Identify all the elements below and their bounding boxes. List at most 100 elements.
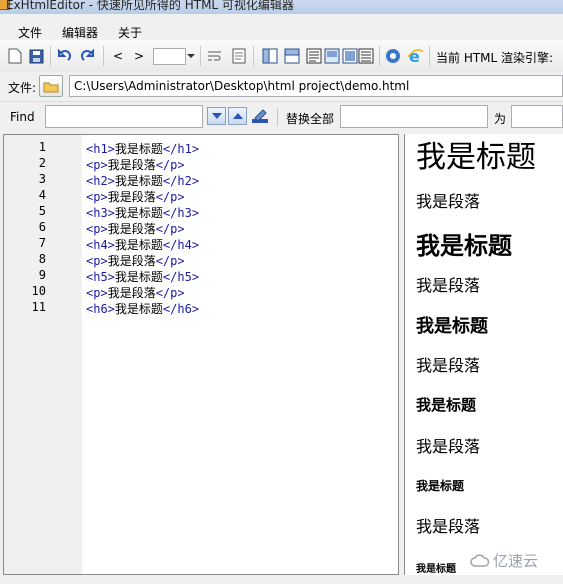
toolbar-separator (429, 46, 430, 66)
code-line: <h4>我是标题</h4> (86, 236, 199, 253)
save-icon[interactable] (28, 48, 44, 64)
code-tag: <p> (86, 222, 108, 236)
arrow-down-icon (211, 113, 222, 119)
replace-input[interactable] (340, 105, 488, 128)
code-tag: <h4> (86, 238, 115, 252)
preview-view-icon[interactable] (342, 48, 358, 64)
prev-button[interactable]: < (110, 48, 126, 64)
code-tag: </p> (155, 222, 185, 236)
code-tag: </h6> (162, 302, 200, 316)
code-tag: </p> (155, 190, 185, 204)
toolbar: < > e 当前 HTML 渲染引擎: (0, 40, 563, 73)
code-tag: <h6> (86, 302, 115, 316)
code-tag: <p> (86, 286, 108, 300)
code-line: <p>我是段落</p> (86, 220, 185, 237)
find-input[interactable] (45, 105, 203, 128)
code-line: <h3>我是标题</h3> (86, 204, 199, 221)
code-line: <p>我是段落</p> (86, 188, 185, 205)
highlight-button[interactable] (250, 106, 270, 126)
toolbar-separator (103, 46, 104, 66)
menu-file[interactable]: 文件 (18, 24, 42, 41)
file-label: 文件: (8, 81, 37, 95)
code-tag: <p> (86, 254, 108, 268)
menu-about[interactable]: 关于 (118, 24, 142, 41)
preview-heading: 我是标题 (416, 564, 456, 575)
code-tag: <h3> (86, 206, 115, 220)
text-view-icon[interactable] (358, 48, 374, 64)
line-number: 2 (38, 156, 46, 170)
code-tag: </h5> (162, 270, 200, 284)
highlight-icon (252, 109, 268, 123)
findbar-separator (277, 108, 278, 126)
toolbar-separator (50, 46, 51, 66)
code-tag: </p> (155, 254, 185, 268)
undo-icon[interactable] (56, 48, 72, 64)
status-bar (0, 575, 563, 584)
code-text: 我是段落 (107, 254, 156, 268)
replace-all-button[interactable]: 替换全部 (286, 110, 334, 127)
line-number: 10 (31, 284, 46, 298)
menu-editor[interactable]: 编辑器 (62, 24, 98, 41)
code-text: 我是标题 (114, 142, 163, 156)
code-line: <h5>我是标题</h5> (86, 268, 199, 285)
code-tag: <h1> (86, 142, 115, 156)
watermark-text: 亿速云 (493, 552, 539, 570)
code-tag: </h2> (162, 174, 200, 188)
code-line: <p>我是段落</p> (86, 252, 185, 269)
new-file-icon[interactable] (7, 48, 23, 64)
replace-with-input[interactable] (511, 105, 563, 128)
preview-pane[interactable]: 我是标题 我是段落 我是标题 我是段落 我是标题 我是段落 我是标题 我是段落 我是标题 我是段落… (404, 134, 563, 575)
code-line: <h1>我是标题</h1> (86, 140, 199, 157)
split-vertical-icon[interactable] (262, 48, 278, 64)
code-tag: </p> (155, 158, 185, 172)
chevron-down-icon[interactable] (186, 48, 196, 64)
line-number: 4 (38, 188, 46, 202)
browser-engine-icon[interactable] (385, 48, 401, 64)
next-button[interactable]: > (131, 48, 147, 64)
line-number: 8 (38, 252, 46, 266)
line-number: 7 (38, 236, 46, 250)
document-icon[interactable] (231, 48, 247, 64)
split-horizontal-icon[interactable] (284, 48, 300, 64)
file-path-field[interactable]: C:\Users\Administrator\Desktop\html proj… (69, 75, 563, 97)
code-text: 我是标题 (114, 302, 163, 316)
with-label: 为 (494, 112, 507, 126)
design-view-icon[interactable] (324, 48, 340, 64)
find-next-button[interactable] (207, 107, 226, 125)
file-bar: 文件: C:\Users\Administrator\Desktop\html … (0, 72, 563, 100)
code-text: 我是段落 (107, 158, 156, 172)
code-tag: <h2> (86, 174, 115, 188)
preview-heading: 我是标题 (416, 316, 488, 337)
window-title: ExHtmlEditor - 快速所见所得的 HTML 可视化编辑器 (6, 0, 294, 12)
code-text: 我是标题 (114, 206, 163, 220)
preview-paragraph: 我是段落 (416, 356, 481, 375)
find-label: Find (10, 110, 35, 124)
line-number: 5 (38, 204, 46, 218)
code-line: <h6>我是标题</h6> (86, 300, 199, 317)
ie-icon[interactable]: e (407, 48, 423, 64)
code-tag: <p> (86, 190, 108, 204)
code-editor[interactable]: 1 <h1>我是标题</h1> 2 <p>我是段落</p> 3 <h2>我是标题</h2>… (3, 134, 399, 575)
line-number: 1 (38, 140, 46, 154)
wrap-icon[interactable] (207, 48, 223, 64)
render-engine-label: 当前 HTML 渲染引擎: (436, 51, 554, 65)
preview-heading: 我是标题 (416, 140, 536, 175)
code-line: <h2>我是标题</h2> (86, 172, 199, 189)
code-line: <p>我是段落</p> (86, 156, 185, 173)
code-view-icon[interactable] (306, 48, 322, 64)
preview-paragraph: 我是段落 (416, 192, 481, 211)
code-tag: </p> (155, 286, 185, 300)
line-number: 11 (31, 300, 46, 314)
font-size-select[interactable] (153, 48, 186, 65)
find-previous-button[interactable] (228, 107, 247, 125)
arrow-up-icon (232, 113, 243, 119)
cloud-logo-icon (470, 553, 490, 567)
redo-icon[interactable] (80, 48, 96, 64)
code-tag: <p> (86, 158, 108, 172)
preview-paragraph: 我是段落 (416, 437, 481, 456)
code-text: 我是段落 (107, 286, 156, 300)
find-bar: Find 替换全部 为 (0, 101, 563, 132)
preview-heading: 我是标题 (416, 231, 512, 260)
open-folder-button[interactable] (39, 75, 63, 97)
title-bar: ExHtmlEditor - 快速所见所得的 HTML 可视化编辑器 (0, 0, 563, 14)
